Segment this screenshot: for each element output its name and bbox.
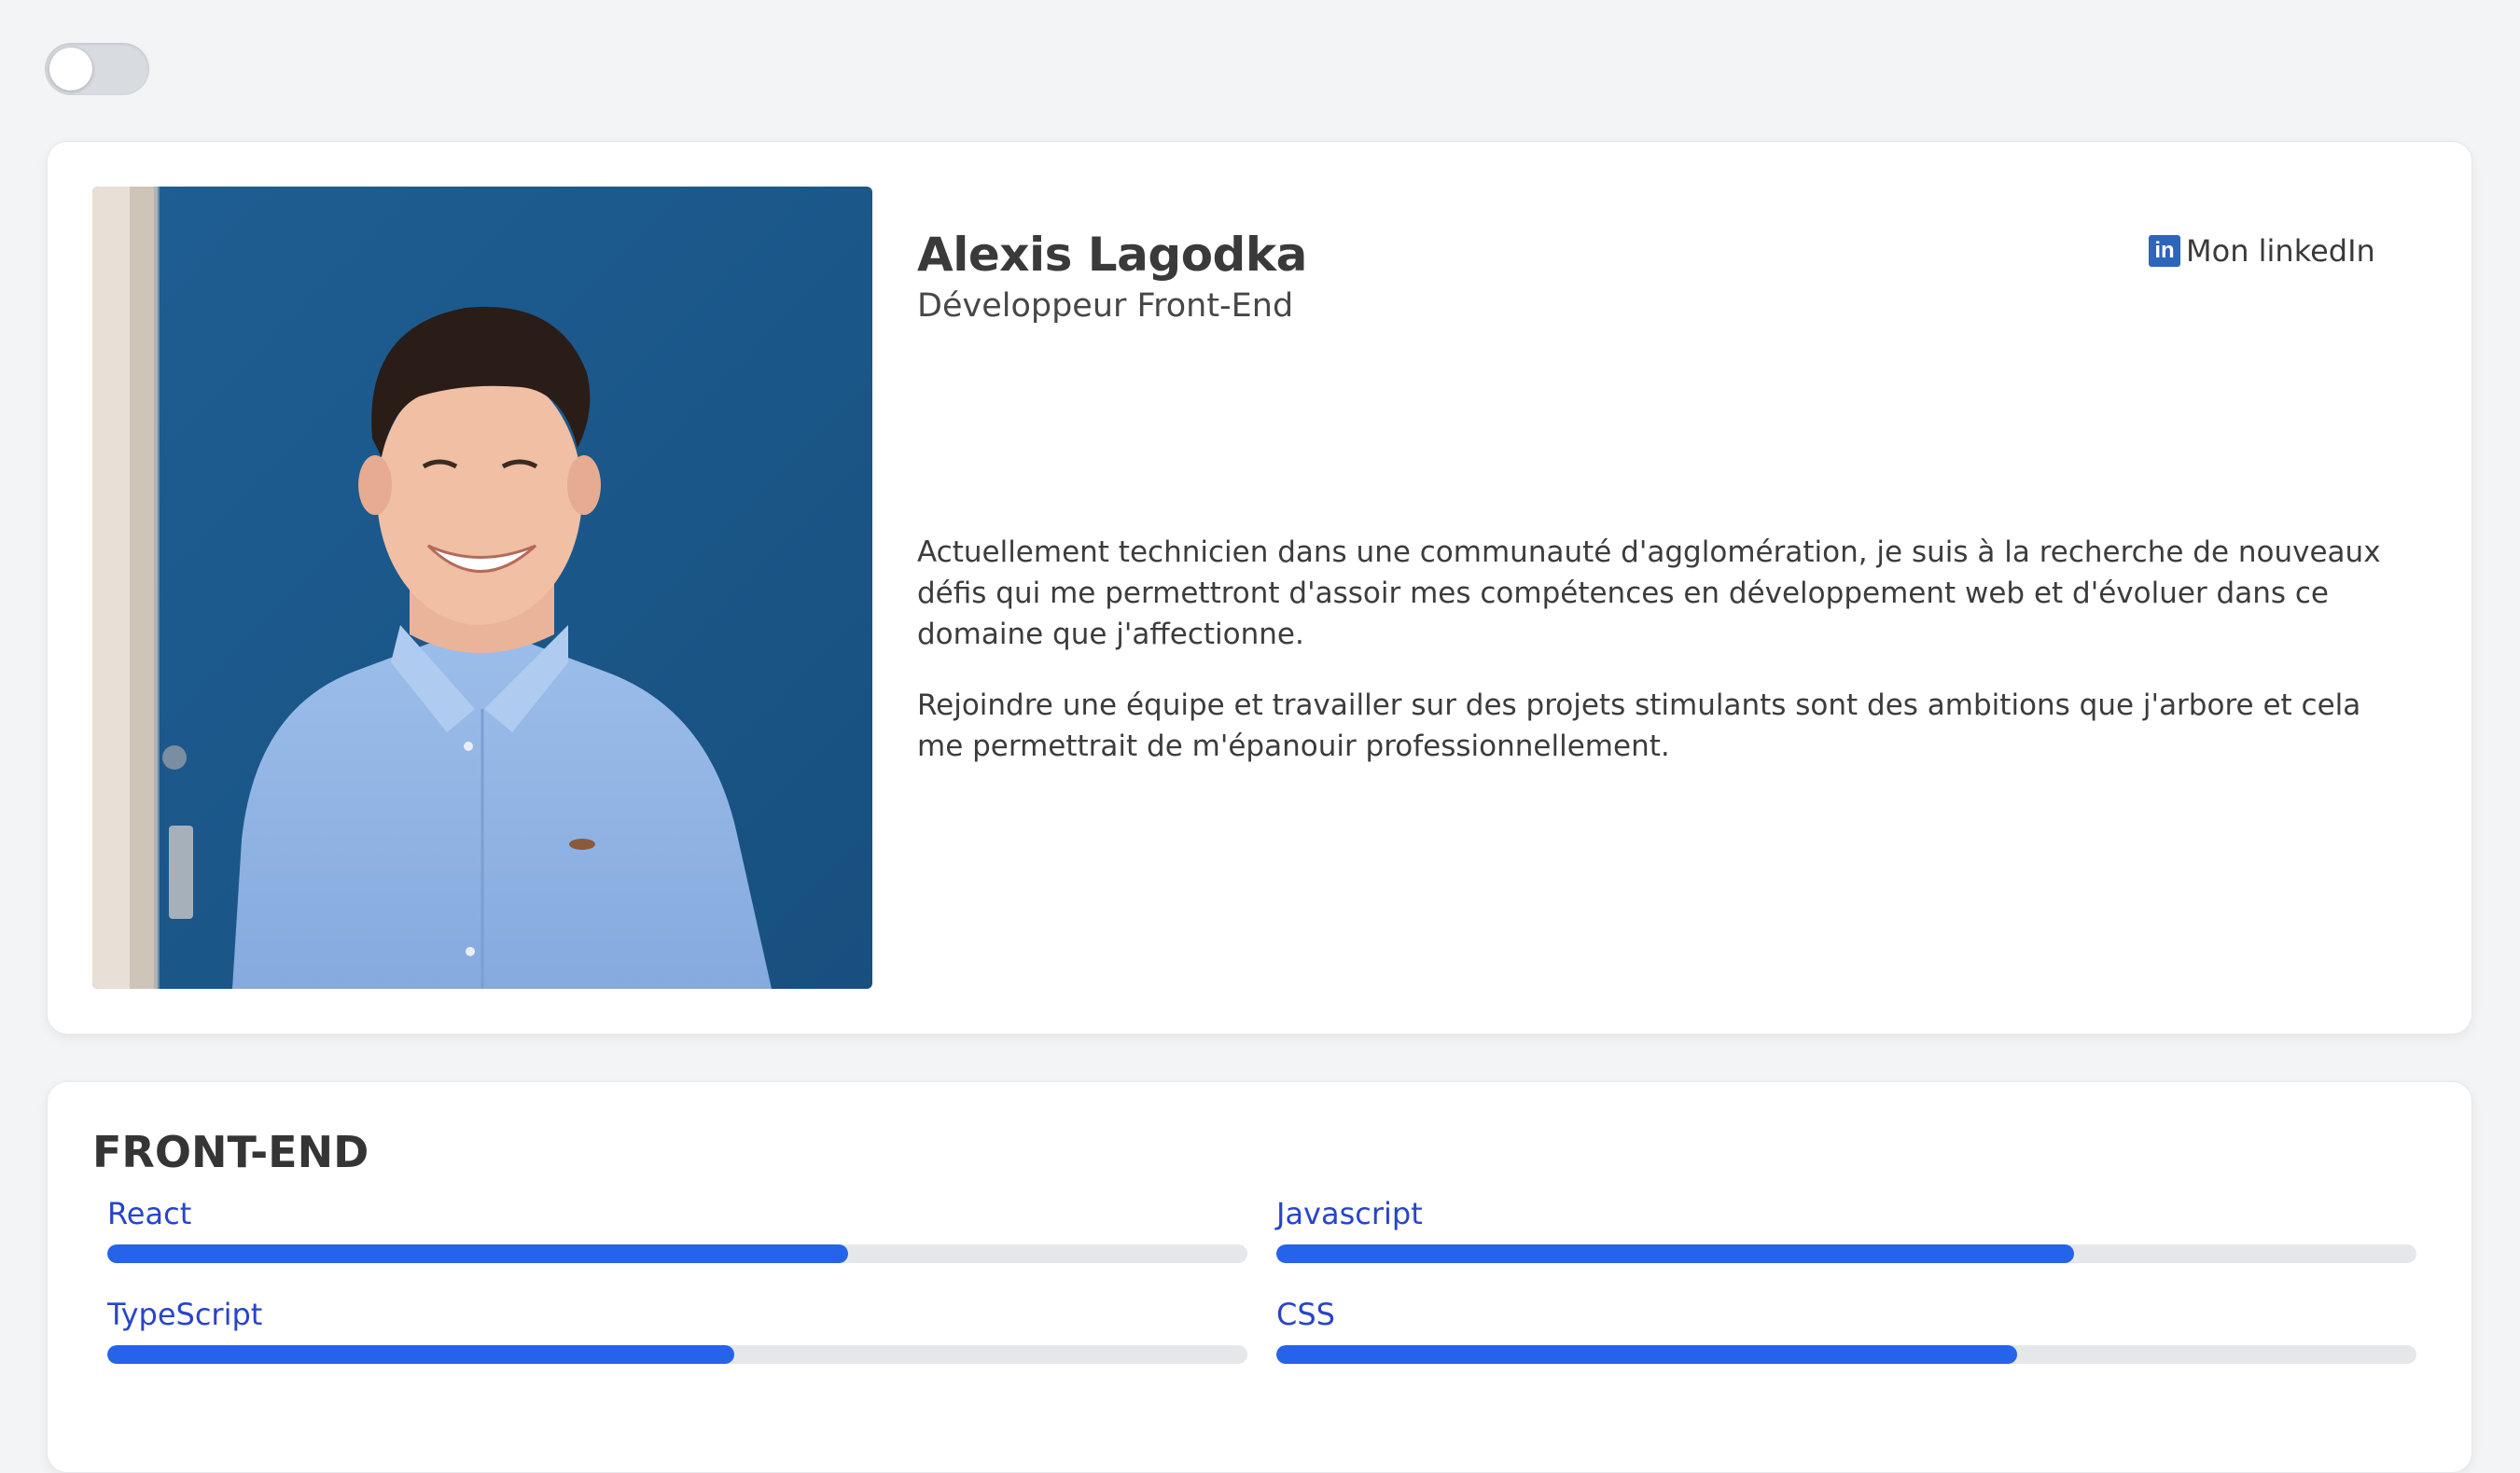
linkedin-link[interactable]: in Mon linkedIn [2149, 233, 2375, 269]
skill-progress-track [1276, 1345, 2416, 1364]
skill-progress-fill [107, 1244, 849, 1263]
profile-name: Alexis Lagodka [917, 228, 1307, 282]
toggle-knob [49, 48, 92, 90]
linkedin-label: Mon linkedIn [2186, 233, 2375, 269]
profile-bio: Actuellement technicien dans une communa… [917, 532, 2410, 797]
skill-progress-track [107, 1345, 1247, 1364]
section-title: FRONT-END [92, 1127, 369, 1177]
bio-paragraph: Actuellement technicien dans une communa… [917, 535, 2381, 651]
skill-javascript: Javascript [1276, 1192, 2416, 1263]
skill-label: CSS [1276, 1297, 1335, 1332]
skill-typescript: TypeScript [107, 1293, 1247, 1364]
skill-css: CSS [1276, 1293, 2416, 1364]
skill-label: Javascript [1276, 1196, 1423, 1231]
skill-progress-fill [107, 1345, 735, 1364]
bio-paragraph: Rejoindre une équipe et travailler sur d… [917, 688, 2361, 763]
skill-label: React [107, 1196, 192, 1231]
skill-progress-track [1276, 1244, 2416, 1263]
profile-photo [92, 187, 872, 989]
skill-progress-fill [1276, 1244, 2075, 1263]
skill-react: React [107, 1192, 1247, 1263]
theme-toggle[interactable] [45, 43, 149, 95]
skill-progress-track [107, 1244, 1247, 1263]
skills-card: FRONT-END React Javascript TypeScript CS… [47, 1081, 2472, 1473]
skill-progress-fill [1276, 1345, 2018, 1364]
profile-job-title: Développeur Front-End [917, 287, 1294, 325]
skill-label: TypeScript [107, 1297, 263, 1332]
linkedin-icon: in [2149, 235, 2180, 267]
profile-card: Alexis Lagodka Développeur Front-End in … [47, 141, 2472, 1035]
